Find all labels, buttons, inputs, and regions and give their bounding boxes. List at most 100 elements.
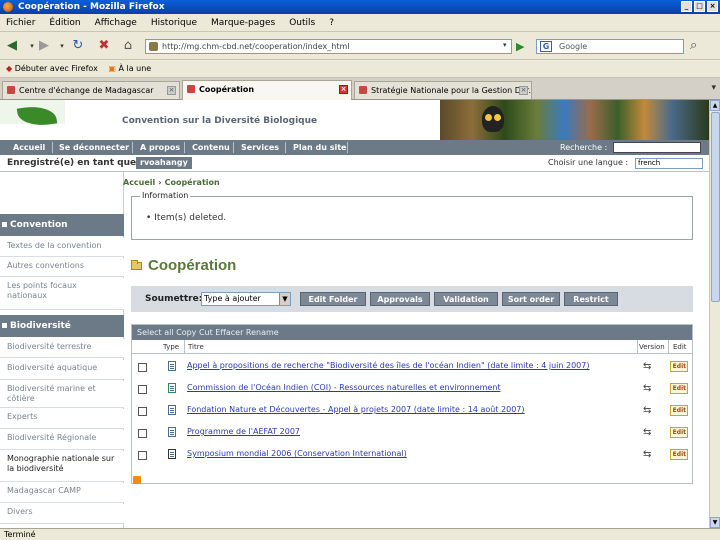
menu-edit[interactable]: Édition [49, 14, 80, 31]
stop-icon[interactable]: ✖ [96, 38, 112, 54]
edit-icon[interactable]: Edit [670, 383, 688, 394]
sidebar-item-monographie[interactable]: Monographie nationale sur la biodiversit… [0, 451, 124, 482]
close-tab-icon[interactable]: × [519, 86, 528, 95]
menu-file[interactable]: Fichier [6, 14, 35, 31]
scroll-up-icon[interactable]: ▲ [710, 100, 720, 111]
close-tab-icon[interactable]: × [339, 85, 348, 94]
url-dropdown-icon[interactable]: ▾ [503, 41, 507, 49]
edit-icon[interactable]: Edit [670, 405, 688, 416]
sidebar-item-experts[interactable]: Experts [0, 409, 124, 429]
edit-folder-button[interactable]: Edit Folder [300, 292, 366, 306]
menu-help[interactable]: ? [329, 14, 334, 31]
row-title-link[interactable]: Symposium mondial 2006 (Conservation Int… [187, 449, 637, 458]
version-icon[interactable]: ⇆ [643, 384, 658, 394]
document-icon [168, 427, 176, 437]
close-tab-icon[interactable]: × [167, 86, 176, 95]
page-title: Coopération [148, 257, 237, 274]
document-icon [168, 405, 176, 415]
menu-history[interactable]: Historique [151, 14, 197, 31]
lemur-photo [482, 106, 504, 132]
row-title-link[interactable]: Appel à propositions de recherche "Biodi… [187, 361, 637, 370]
validation-button[interactable]: Validation [434, 292, 498, 306]
scroll-thumb[interactable] [711, 112, 720, 302]
version-icon[interactable]: ⇆ [643, 362, 658, 372]
banner-title: Convention sur la Diversité Biologique [122, 116, 318, 126]
sidebar-item-points-focaux[interactable]: Les points focaux nationaux [0, 278, 124, 310]
nav-services[interactable]: Services [241, 140, 279, 155]
sidebar-item-marine[interactable]: Biodiversité marine et côtière [0, 381, 124, 408]
version-icon[interactable]: ⇆ [643, 406, 658, 416]
site-search-input[interactable] [613, 142, 701, 153]
bookmark-getting-started[interactable]: ◆ Débuter avec Firefox [6, 60, 98, 78]
nav-apropos[interactable]: A propos [140, 140, 180, 155]
close-window-button[interactable]: × [707, 1, 718, 12]
language-select[interactable]: french [635, 158, 703, 169]
sidebar-item-divers[interactable]: Divers [0, 504, 124, 524]
breadcrumb-current: Coopération [164, 178, 220, 187]
chevron-down-icon[interactable]: ▼ [279, 293, 290, 305]
home-icon[interactable]: ⌂ [120, 38, 136, 54]
minimize-button[interactable]: _ [681, 1, 692, 12]
edit-icon[interactable]: Edit [670, 449, 688, 460]
column-type[interactable]: Type [163, 343, 179, 351]
breadcrumb: Accueil › Coopération [123, 178, 220, 187]
tab-strategie[interactable]: Stratégie Nationale pour la Gestion Dur.… [354, 81, 532, 99]
nav-plan-du-site[interactable]: Plan du site [293, 140, 346, 155]
nav-logout[interactable]: Se déconnecter [59, 140, 129, 155]
menu-view[interactable]: Affichage [95, 14, 137, 31]
edit-icon[interactable]: Edit [670, 427, 688, 438]
sidebar-item-autres-conventions[interactable]: Autres conventions [0, 258, 124, 277]
version-icon[interactable]: ⇆ [643, 428, 658, 438]
column-title[interactable]: Titre [188, 343, 204, 351]
rss-icon[interactable] [133, 476, 141, 484]
sidebar-item-textes[interactable]: Textes de la convention [0, 238, 124, 257]
nav-accueil[interactable]: Accueil [13, 140, 45, 155]
row-title-link[interactable]: Programme de l'AEFAT 2007 [187, 427, 637, 436]
back-icon[interactable]: ◀ [4, 38, 20, 54]
sidebar-item-camp[interactable]: Madagascar CAMP [0, 483, 124, 503]
forward-dropdown-icon[interactable]: ▾ [54, 38, 70, 54]
row-checkbox[interactable] [138, 385, 147, 394]
sidebar-item-terrestre[interactable]: Biodiversité terrestre [0, 339, 124, 358]
folder-action-bar: Soumettre: Type à ajouter ▼ Edit Folder … [131, 286, 693, 312]
version-icon[interactable]: ⇆ [643, 450, 658, 460]
row-checkbox[interactable] [138, 429, 147, 438]
user-strip: Enregistré(e) en tant que : rvoahangy Ch… [0, 155, 709, 172]
edit-icon[interactable]: Edit [670, 361, 688, 372]
forward-icon[interactable]: ▶ [36, 38, 52, 54]
site-banner: Convention sur la Diversité Biologique [0, 100, 709, 140]
sidebar-heading-biodiversite[interactable]: Biodiversité [0, 315, 124, 337]
search-icon[interactable]: ⌕ [690, 38, 697, 53]
type-to-add-select[interactable]: Type à ajouter ▼ [201, 292, 291, 306]
url-bar[interactable]: http://mg.chm-cbd.net/cooperation/index_… [145, 39, 512, 54]
row-checkbox[interactable] [138, 407, 147, 416]
sidebar-item-aquatique[interactable]: Biodiversité aquatique [0, 360, 124, 380]
username-badge[interactable]: rvoahangy [136, 157, 192, 169]
bookmark-headlines[interactable]: ▣ À la une [108, 60, 151, 78]
sidebar-item-regionale[interactable]: Biodiversité Régionale [0, 430, 124, 450]
column-version: Version [639, 343, 665, 351]
menu-tools[interactable]: Outils [289, 14, 315, 31]
reload-icon[interactable]: ↻ [70, 38, 86, 54]
scroll-down-icon[interactable]: ▼ [710, 517, 720, 528]
row-title-link[interactable]: Fondation Nature et Découvertes - Appel … [187, 405, 637, 414]
row-checkbox[interactable] [138, 363, 147, 372]
maximize-button[interactable]: □ [694, 1, 705, 12]
restrict-button[interactable]: Restrict [564, 292, 618, 306]
sort-order-button[interactable]: Sort order [502, 292, 560, 306]
tab-cooperation[interactable]: Coopération × [182, 80, 352, 100]
google-engine-icon[interactable]: G [540, 41, 552, 52]
tab-list-icon[interactable]: ▾ [711, 83, 716, 93]
sidebar-heading-convention[interactable]: Convention [0, 214, 124, 236]
vertical-scrollbar[interactable]: ▲ ▼ [709, 100, 720, 528]
go-icon[interactable]: ▶ [516, 40, 524, 53]
nav-contenu[interactable]: Contenu [192, 140, 230, 155]
row-checkbox[interactable] [138, 451, 147, 460]
approvals-button[interactable]: Approvals [370, 292, 430, 306]
row-title-link[interactable]: Commission de l'Océan Indien (COI) - Res… [187, 383, 637, 392]
breadcrumb-home[interactable]: Accueil [123, 178, 155, 187]
tab-centre-echange[interactable]: Centre d'échange de Madagascar × [2, 81, 180, 99]
search-input[interactable]: G Google [536, 39, 684, 54]
menu-bookmarks[interactable]: Marque-pages [211, 14, 275, 31]
list-actions[interactable]: Select all Copy Cut Effacer Rename [132, 325, 692, 340]
